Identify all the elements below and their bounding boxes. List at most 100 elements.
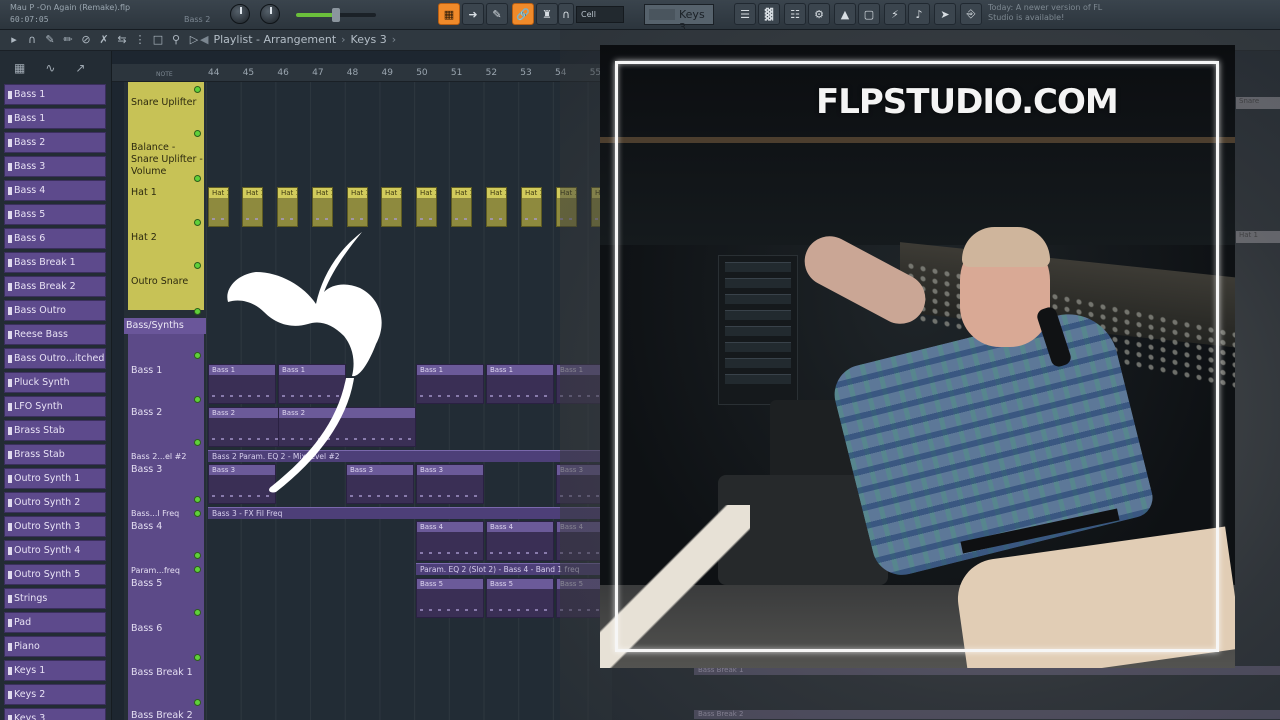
paint-icon[interactable]: ✏ bbox=[62, 33, 74, 46]
magnet-icon[interactable]: ∩ bbox=[558, 3, 574, 25]
step-sequencer-icon[interactable]: ☷ bbox=[784, 3, 806, 25]
track-label[interactable]: Bass...l Freq bbox=[131, 508, 179, 520]
slider-thumb[interactable] bbox=[332, 8, 340, 22]
slip-icon[interactable]: ⇆ bbox=[116, 33, 128, 46]
playlist-clip[interactable]: Hat 1 bbox=[347, 187, 368, 227]
pencil-icon[interactable]: ✎ bbox=[44, 33, 56, 46]
play-arrow-icon[interactable]: ▸ bbox=[8, 33, 20, 46]
mute-icon[interactable]: ✗ bbox=[98, 33, 110, 46]
track-label[interactable]: Snare Uplifter bbox=[131, 97, 196, 109]
arrow-right-icon[interactable]: ➜ bbox=[462, 3, 484, 25]
playlist-clip[interactable]: Bass 1 bbox=[416, 364, 484, 404]
piano-roll-icon[interactable]: ▦ bbox=[438, 3, 460, 25]
playlist-clip[interactable]: Bass 4 bbox=[416, 521, 484, 561]
track-label[interactable]: Hat 2 bbox=[131, 232, 157, 244]
pattern-item[interactable]: Outro Synth 4 bbox=[4, 540, 106, 561]
plug-icon[interactable]: ⚡ bbox=[884, 3, 906, 25]
automation-icon[interactable]: ↗ bbox=[75, 61, 85, 75]
track-led[interactable] bbox=[194, 654, 201, 661]
track-label[interactable]: Hat 1 bbox=[131, 187, 157, 199]
pattern-item[interactable]: Keys 3 bbox=[4, 708, 106, 720]
track-label[interactable]: Balance - Snare Uplifter - Volume bbox=[131, 142, 203, 178]
playlist-clip[interactable]: Hat 1 bbox=[486, 187, 507, 227]
playlist-clip[interactable]: Bass 1 bbox=[486, 364, 554, 404]
master-volume-knob[interactable] bbox=[230, 4, 250, 24]
magnet-icon[interactable]: ∩ bbox=[26, 33, 38, 46]
pattern-item[interactable]: Bass 1 bbox=[4, 84, 106, 105]
playlist-clip[interactable]: Hat 1 bbox=[381, 187, 402, 227]
playlist-clip[interactable]: Hat 1 bbox=[277, 187, 298, 227]
playlist-clip[interactable]: Hat 1 bbox=[242, 187, 263, 227]
playlist-clip[interactable]: Hat 1 bbox=[521, 187, 542, 227]
pattern-item[interactable]: Bass 6 bbox=[4, 228, 106, 249]
pattern-item[interactable]: Bass 4 bbox=[4, 180, 106, 201]
pattern-item[interactable]: Pad bbox=[4, 612, 106, 633]
playlist-clip[interactable]: Bass 5 bbox=[416, 578, 484, 618]
track-led[interactable] bbox=[194, 352, 201, 359]
track-led[interactable] bbox=[194, 699, 201, 706]
track-led[interactable] bbox=[194, 510, 201, 517]
playlist-clip[interactable]: Hat 1 bbox=[208, 187, 229, 227]
track-label[interactable]: Bass 4 bbox=[131, 521, 162, 533]
speaker-icon[interactable]: ◀ bbox=[200, 33, 208, 46]
track-label[interactable]: Bass 2...el #2 bbox=[131, 451, 186, 463]
mixer-icon[interactable]: ⚙ bbox=[808, 3, 830, 25]
select-icon[interactable]: □ bbox=[152, 33, 164, 46]
playlist-clip[interactable]: Bass 4 bbox=[486, 521, 554, 561]
playlist-clip[interactable]: Hat 1 bbox=[451, 187, 472, 227]
playlist-icon[interactable]: ☰ bbox=[734, 3, 756, 25]
pencil-icon[interactable]: ✎ bbox=[486, 3, 508, 25]
track-led[interactable] bbox=[194, 130, 201, 137]
pattern-item[interactable]: Bass Outro...itched Down bbox=[4, 348, 106, 369]
track-led[interactable] bbox=[194, 439, 201, 446]
pattern-item[interactable]: Outro Synth 3 bbox=[4, 516, 106, 537]
track-led[interactable] bbox=[194, 396, 201, 403]
pattern-item[interactable]: Brass Stab bbox=[4, 420, 106, 441]
track-led[interactable] bbox=[194, 552, 201, 559]
track-led[interactable] bbox=[194, 86, 201, 93]
track-label[interactable]: Bass 5 bbox=[131, 578, 162, 590]
track-led[interactable] bbox=[194, 566, 201, 573]
pattern-item[interactable]: Brass Stab bbox=[4, 444, 106, 465]
pattern-item[interactable]: Piano bbox=[4, 636, 106, 657]
plugin-icon[interactable]: ▲ bbox=[834, 3, 856, 25]
track-label[interactable]: Bass 6 bbox=[131, 623, 162, 635]
track-label[interactable]: Param...freq bbox=[131, 565, 180, 577]
pattern-item[interactable]: Keys 1 bbox=[4, 660, 106, 681]
pattern-item[interactable]: Keys 2 bbox=[4, 684, 106, 705]
browser-icon[interactable]: ▢ bbox=[858, 3, 880, 25]
channel-rack-icon[interactable]: ▓ bbox=[758, 3, 780, 25]
piano-roll-icon[interactable]: ▦ bbox=[14, 61, 25, 75]
stamp-icon[interactable]: ♜ bbox=[536, 3, 558, 25]
pattern-item[interactable]: Bass 3 bbox=[4, 156, 106, 177]
track-label[interactable]: Bass Break 1 bbox=[131, 667, 193, 679]
pattern-item[interactable]: Bass 1 bbox=[4, 108, 106, 129]
render-icon[interactable]: ➤ bbox=[934, 3, 956, 25]
timeline-ruler[interactable]: NOTE 444546474849505152535455 bbox=[112, 64, 612, 82]
playlist-clip[interactable]: Bass 5 bbox=[486, 578, 554, 618]
track-led[interactable] bbox=[194, 175, 201, 182]
pattern-item[interactable]: Outro Synth 2 bbox=[4, 492, 106, 513]
track-label[interactable]: Bass Break 2 bbox=[131, 710, 193, 720]
playlist-clip[interactable]: Bass 3 bbox=[416, 464, 484, 504]
pattern-item[interactable]: Bass Break 2 bbox=[4, 276, 106, 297]
zoom-icon[interactable]: ⚲ bbox=[170, 33, 182, 46]
slice-icon[interactable]: ⋮ bbox=[134, 33, 146, 46]
pattern-item[interactable]: Bass Break 1 bbox=[4, 252, 106, 273]
link-icon[interactable]: 🔗 bbox=[512, 3, 534, 25]
pattern-item[interactable]: Bass 2 bbox=[4, 132, 106, 153]
track-led[interactable] bbox=[194, 262, 201, 269]
playlist-clip[interactable]: Hat 1 bbox=[312, 187, 333, 227]
delete-icon[interactable]: ⊘ bbox=[80, 33, 92, 46]
pattern-item[interactable]: Bass Outro bbox=[4, 300, 106, 321]
cart-icon[interactable]: ⎆ bbox=[960, 3, 982, 25]
pattern-item[interactable]: Outro Synth 5 bbox=[4, 564, 106, 585]
pattern-item[interactable]: LFO Synth bbox=[4, 396, 106, 417]
pattern-item[interactable]: Reese Bass bbox=[4, 324, 106, 345]
snap-select[interactable]: Cell bbox=[576, 6, 624, 23]
waveform-icon[interactable]: ∿ bbox=[45, 61, 55, 75]
playlist-clip[interactable]: Hat 1 bbox=[416, 187, 437, 227]
pattern-selector[interactable]: Keys 3 bbox=[644, 4, 714, 34]
track-led[interactable] bbox=[194, 219, 201, 226]
pattern-item[interactable]: Outro Synth 1 bbox=[4, 468, 106, 489]
